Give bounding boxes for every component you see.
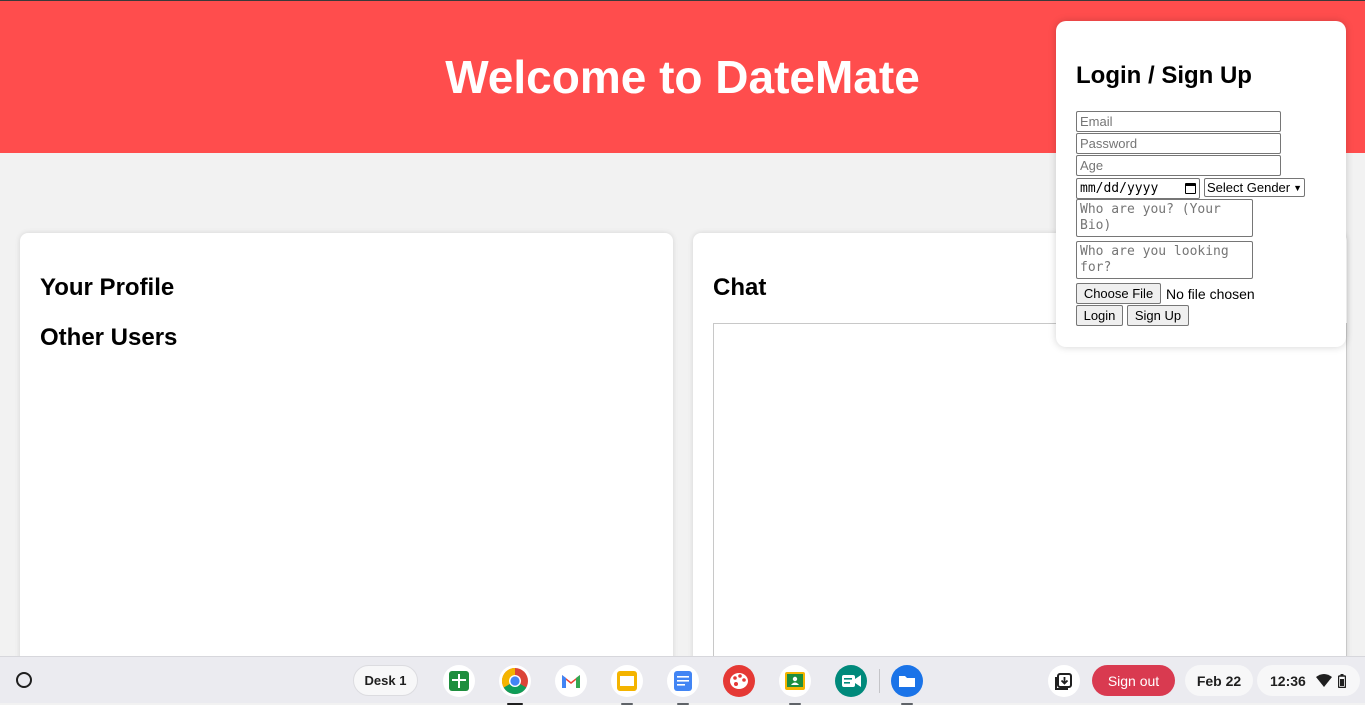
wifi-icon — [1315, 673, 1332, 687]
sign-out-button[interactable]: Sign out — [1092, 665, 1175, 696]
login-heading: Login / Sign Up — [1076, 62, 1252, 89]
sheets-icon[interactable] — [443, 665, 475, 697]
looking-for-field[interactable] — [1076, 241, 1253, 279]
signup-button[interactable]: Sign Up — [1127, 305, 1189, 326]
files-icon[interactable] — [891, 665, 923, 705]
email-field[interactable] — [1076, 111, 1281, 132]
birthdate-value: mm/dd/yyyy — [1080, 181, 1159, 196]
status-tray[interactable]: 12:36 — [1257, 665, 1360, 696]
chat-heading: Chat — [713, 274, 767, 301]
birthdate-field[interactable]: mm/dd/yyyy — [1076, 178, 1200, 199]
bio-field[interactable] — [1076, 199, 1253, 237]
choose-file-button[interactable]: Choose File — [1076, 283, 1161, 304]
age-field[interactable] — [1076, 155, 1281, 176]
file-status: No file chosen — [1166, 286, 1255, 302]
gender-select[interactable]: Select Gender ▼ — [1204, 178, 1305, 197]
gmail-icon[interactable] — [555, 665, 587, 697]
launcher-icon[interactable] — [16, 672, 32, 688]
clipboard-history-icon[interactable] — [1048, 665, 1080, 697]
chevron-down-icon: ▼ — [1293, 182, 1302, 193]
calendar-icon[interactable] — [1185, 183, 1196, 194]
docs-icon[interactable] — [667, 665, 699, 705]
login-panel: Login / Sign Up mm/dd/yyyy Select Gender… — [1056, 21, 1346, 347]
date-button[interactable]: Feb 22 — [1185, 665, 1253, 696]
gender-select-value: Select Gender — [1207, 180, 1291, 195]
battery-icon — [1337, 673, 1346, 688]
profile-card: Your Profile Other Users — [20, 233, 673, 673]
system-shelf: Desk 1 Sign out Feb 22 12:36 — [0, 656, 1365, 705]
login-button[interactable]: Login — [1076, 305, 1123, 326]
chrome-icon[interactable] — [499, 665, 531, 705]
password-field[interactable] — [1076, 133, 1281, 154]
meet-icon[interactable] — [835, 665, 867, 697]
other-users-heading: Other Users — [40, 324, 178, 351]
desk-button[interactable]: Desk 1 — [353, 665, 418, 696]
canvas-icon[interactable] — [723, 665, 755, 697]
chat-messages-box[interactable] — [713, 323, 1347, 683]
shelf-separator — [879, 669, 880, 693]
slides-icon[interactable] — [611, 665, 643, 705]
your-profile-heading: Your Profile — [40, 274, 175, 301]
clock-time: 12:36 — [1270, 672, 1306, 689]
classroom-icon[interactable] — [779, 665, 811, 705]
